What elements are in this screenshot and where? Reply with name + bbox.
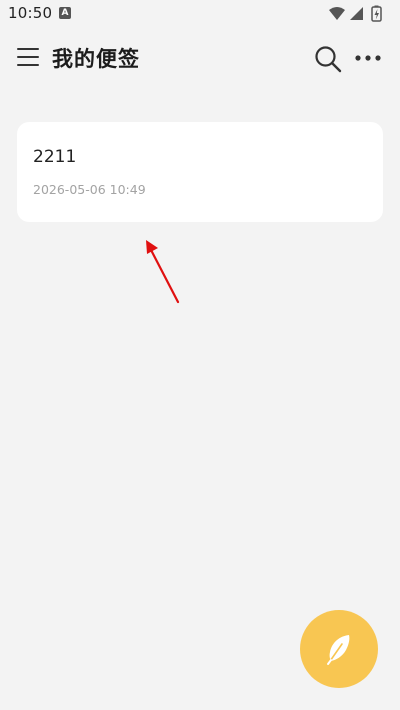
status-time: 10:50 — [8, 4, 53, 22]
more-dots-icon — [355, 55, 381, 61]
note-timestamp: 2026-05-06 10:49 — [33, 182, 146, 197]
signal-icon — [350, 7, 363, 20]
new-note-button[interactable] — [300, 610, 378, 688]
wifi-icon — [329, 7, 345, 20]
status-icons — [329, 5, 382, 22]
battery-charging-icon — [371, 5, 382, 22]
hamburger-menu-icon — [17, 48, 39, 66]
a-badge-icon: A — [59, 7, 71, 19]
page-title: 我的便签 — [52, 47, 140, 71]
annotation-arrow — [146, 240, 180, 304]
note-title: 2211 — [33, 147, 77, 167]
status-bar: 10:50 A — [0, 0, 400, 28]
search-button[interactable] — [313, 44, 343, 74]
menu-button[interactable] — [16, 46, 40, 68]
feather-icon — [327, 635, 350, 665]
app-header: 我的便签 — [0, 36, 400, 80]
note-card[interactable]: 2211 2026-05-06 10:49 — [17, 122, 383, 222]
search-icon — [315, 46, 342, 73]
more-options-button[interactable] — [354, 48, 382, 68]
